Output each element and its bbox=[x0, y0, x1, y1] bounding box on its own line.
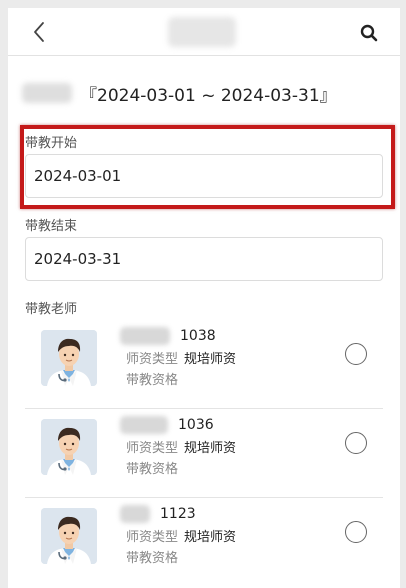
teacher-type-line: 师资类型 规培师资 bbox=[126, 526, 236, 545]
teacher-id: 1123 bbox=[160, 506, 196, 522]
end-date-label: 带教结束 bbox=[25, 219, 78, 234]
start-date-field[interactable]: 2024-03-01 bbox=[25, 154, 383, 198]
teachers-label: 带教老师 bbox=[25, 302, 78, 317]
teacher-row[interactable]: 1123 师资类型 规培师资 带教资格 bbox=[25, 498, 383, 587]
teacher-name-redacted bbox=[120, 505, 150, 523]
teacher-select-radio[interactable] bbox=[345, 521, 367, 543]
teacher-type-key: 师资类型 bbox=[126, 530, 179, 545]
end-date-field[interactable]: 2024-03-31 bbox=[25, 237, 383, 281]
teacher-name-redacted bbox=[120, 416, 168, 434]
header-title-redacted bbox=[168, 17, 236, 47]
teacher-row[interactable]: 1036 师资类型 规培师资 带教资格 bbox=[25, 409, 383, 498]
doctor-avatar-icon bbox=[41, 330, 97, 386]
teacher-qualification: 带教资格 bbox=[126, 551, 179, 566]
date-range-summary: 『2024-03-01 ~ 2024-03-31』 bbox=[22, 80, 337, 106]
teacher-qualification: 带教资格 bbox=[126, 373, 179, 388]
doctor-avatar-icon bbox=[41, 508, 97, 564]
start-date-value: 2024-03-01 bbox=[34, 167, 122, 185]
teacher-select-radio[interactable] bbox=[345, 432, 367, 454]
search-icon bbox=[360, 24, 378, 42]
teacher-select-radio[interactable] bbox=[345, 343, 367, 365]
start-date-label: 带教开始 bbox=[25, 136, 78, 151]
teacher-id: 1036 bbox=[178, 417, 214, 433]
teacher-type-value: 规培师资 bbox=[184, 530, 237, 545]
teacher-name-redacted bbox=[120, 327, 170, 345]
app-header bbox=[8, 8, 400, 56]
teacher-name-line: 1038 bbox=[120, 326, 216, 346]
teacher-qualification: 带教资格 bbox=[126, 462, 179, 477]
trainee-name-redacted bbox=[22, 83, 72, 103]
back-button[interactable] bbox=[28, 20, 52, 44]
search-button[interactable] bbox=[358, 22, 380, 44]
teacher-row[interactable]: 1038 师资类型 规培师资 带教资格 bbox=[25, 320, 383, 409]
teacher-type-value: 规培师资 bbox=[184, 352, 237, 367]
app-frame: 『2024-03-01 ~ 2024-03-31』 带教开始 2024-03-0… bbox=[8, 8, 400, 588]
teacher-type-value: 规培师资 bbox=[184, 441, 237, 456]
end-date-value: 2024-03-31 bbox=[34, 250, 122, 268]
date-range-text: 『2024-03-01 ~ 2024-03-31』 bbox=[80, 85, 337, 106]
teacher-name-line: 1036 bbox=[120, 415, 214, 435]
teacher-type-line: 师资类型 规培师资 bbox=[126, 437, 236, 456]
teacher-type-key: 师资类型 bbox=[126, 352, 179, 367]
teacher-type-line: 师资类型 规培师资 bbox=[126, 348, 236, 367]
teacher-name-line: 1123 bbox=[120, 504, 196, 524]
doctor-avatar-icon bbox=[41, 419, 97, 475]
teacher-type-key: 师资类型 bbox=[126, 441, 179, 456]
chevron-left-icon bbox=[34, 22, 44, 42]
teacher-id: 1038 bbox=[180, 328, 216, 344]
